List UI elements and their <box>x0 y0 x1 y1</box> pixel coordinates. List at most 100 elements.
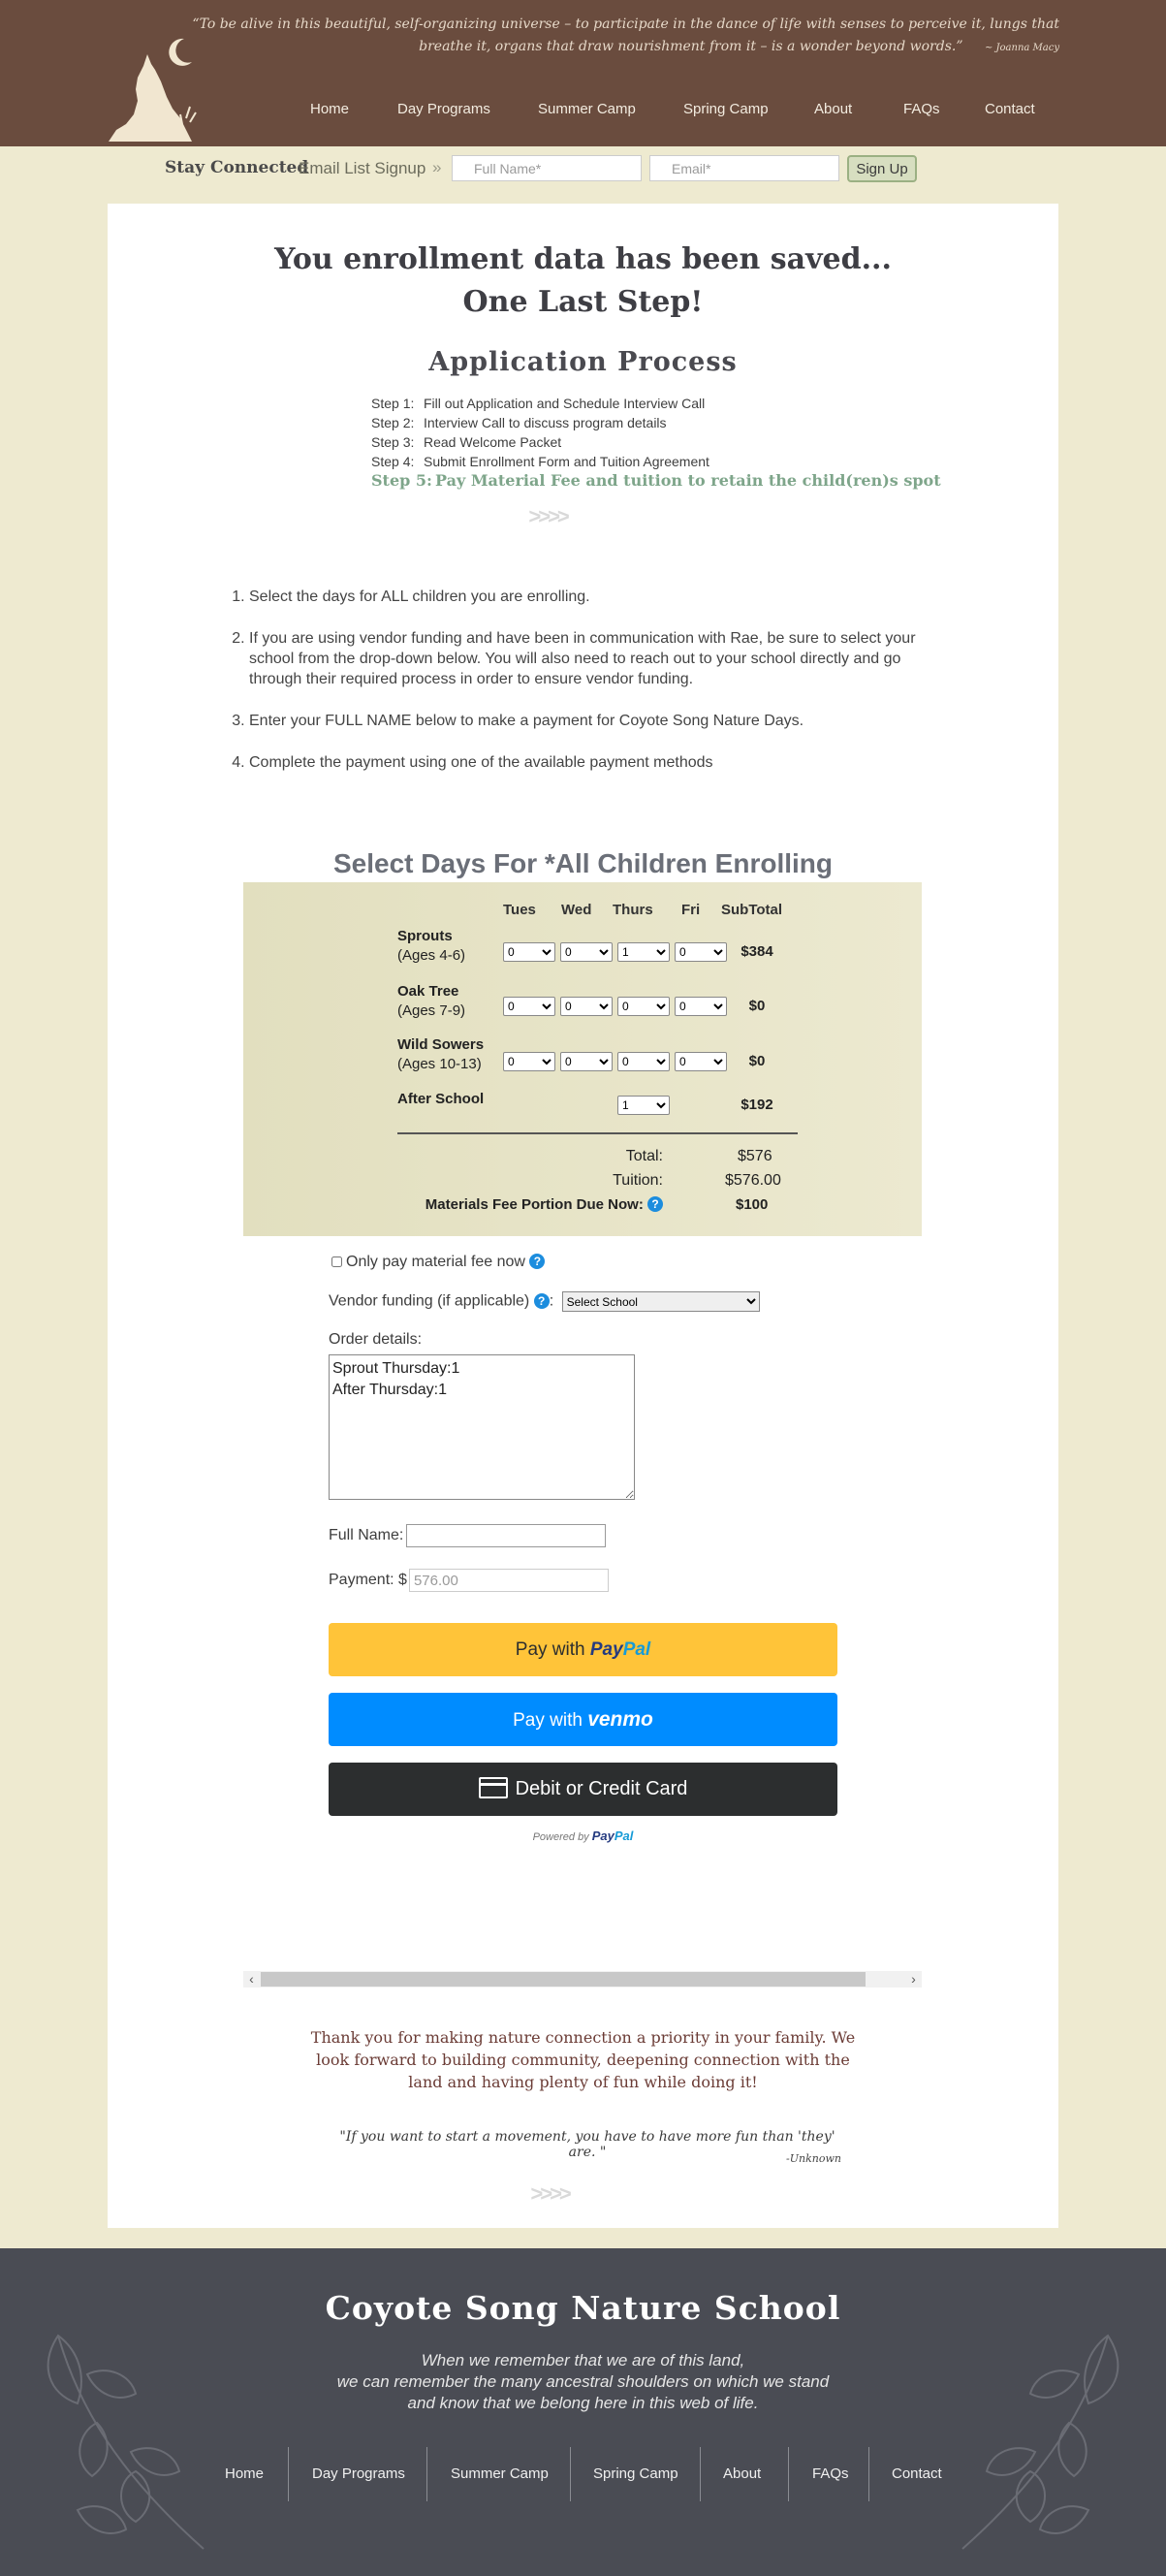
col-header-wed: Wed <box>561 902 592 918</box>
sprouts-wed-select[interactable]: 0 <box>560 942 613 962</box>
email-signup-bar: Stay Connected Email List Signup » Sign … <box>0 146 1166 190</box>
full-name-input[interactable] <box>406 1524 607 1547</box>
header-quote-author: ~ Joanna Macy <box>984 43 1059 53</box>
row-label-sprouts: Sprouts (Ages 4-6) <box>397 927 465 966</box>
order-details-label: Order details: <box>329 1331 423 1348</box>
vendor-school-select[interactable]: Select School <box>561 1291 760 1312</box>
totals-divider <box>397 1132 798 1134</box>
closing-quote-author: -Unknown <box>786 2152 841 2165</box>
oak-tree-thurs-select[interactable]: 0 <box>617 997 670 1016</box>
scroll-right-icon[interactable]: › <box>905 1971 922 1988</box>
email-list-label: Email List Signup <box>299 159 426 177</box>
arrows-divider-icon: >>>> <box>530 2181 571 2206</box>
paypal-logo-icon: PayPal <box>589 1639 651 1660</box>
nav-summer-camp[interactable]: Summer Camp <box>538 101 636 117</box>
nav-day-programs[interactable]: Day Programs <box>397 101 490 117</box>
horizontal-scrollbar[interactable]: ‹ › <box>243 1971 922 1988</box>
materials-fee-text: Materials Fee Portion Due Now: <box>425 1196 644 1213</box>
payment-label: Payment: $ <box>329 1572 407 1589</box>
scrollbar-thumb[interactable] <box>261 1972 866 1987</box>
pay-with-paypal-button[interactable]: Pay with PayPal <box>329 1623 837 1676</box>
payment-amount-input[interactable] <box>408 1569 609 1592</box>
wild-sowers-thurs-select[interactable]: 0 <box>617 1052 670 1071</box>
debit-credit-card-button[interactable]: Debit or Credit Card <box>329 1763 837 1816</box>
program-name: After School <box>397 1091 485 1107</box>
stay-connected-label: Stay Connected <box>165 158 309 177</box>
step-text: Submit Enrollment Form and Tuition Agree… <box>424 454 709 469</box>
select-days-title: Select Days For *All Children Enrolling <box>333 848 833 878</box>
oak-tree-fri-select[interactable]: 0 <box>675 997 727 1016</box>
help-icon[interactable]: ? <box>529 1254 546 1269</box>
nav-faqs[interactable]: FAQs <box>903 101 940 117</box>
sprouts-thurs-select[interactable]: 1 <box>617 942 670 962</box>
footer-nav-faqs[interactable]: FAQs <box>812 2465 849 2482</box>
help-icon[interactable]: ? <box>647 1196 663 1212</box>
coyote-logo-icon[interactable] <box>105 37 202 143</box>
oak-tree-tues-select[interactable]: 0 <box>503 997 555 1016</box>
card-button-label: Debit or Credit Card <box>515 1778 688 1799</box>
oak-tree-wed-select[interactable]: 0 <box>560 997 613 1016</box>
row-label-oak-tree: Oak Tree (Ages 7-9) <box>397 982 465 1021</box>
nav-about[interactable]: About <box>814 101 852 117</box>
col-header-subtotal: SubTotal <box>721 902 783 918</box>
poem-line: we can remember the many ancestral shoul… <box>336 2372 830 2391</box>
instruction-item: Enter your FULL NAME below to make a pay… <box>249 711 957 731</box>
nav-separator <box>788 2447 789 2501</box>
oak-tree-subtotal: $0 <box>748 998 766 1014</box>
footer-nav-summer-camp[interactable]: Summer Camp <box>451 2465 549 2482</box>
program-ages: (Ages 10-13) <box>397 1056 482 1072</box>
program-name: Wild Sowers <box>397 1036 485 1053</box>
instruction-item: If you are using vendor funding and have… <box>249 628 957 689</box>
nav-home[interactable]: Home <box>310 101 349 117</box>
wild-sowers-tues-select[interactable]: 0 <box>503 1052 555 1071</box>
days-selection-grid: Tues Wed Thurs Fri SubTotal Sprouts (Ages… <box>243 882 922 1236</box>
signup-email-input[interactable] <box>649 155 839 181</box>
footer-nav-spring-camp[interactable]: Spring Camp <box>593 2465 678 2482</box>
only-material-fee-option[interactable]: Only pay material fee now ? <box>331 1254 546 1271</box>
site-footer: Coyote Song Nature School When we rememb… <box>0 2248 1166 2576</box>
step-text: Read Welcome Packet <box>424 434 562 450</box>
nav-contact[interactable]: Contact <box>985 101 1035 117</box>
help-icon[interactable]: ? <box>533 1292 550 1309</box>
step-row: Step 4: Submit Enrollment Form and Tuitio… <box>371 452 953 471</box>
tuition-label: Tuition: <box>613 1172 663 1189</box>
col-header-fri: Fri <box>681 902 701 918</box>
col-header-thurs: Thurs <box>613 902 653 918</box>
wild-sowers-subtotal: $0 <box>748 1053 766 1069</box>
nav-separator <box>868 2447 869 2501</box>
step-number: Step 2: <box>371 415 415 430</box>
main-content: You enrollment data has been saved... On… <box>108 204 1058 2228</box>
venmo-logo-icon: venmo <box>587 1708 653 1731</box>
saved-heading: You enrollment data has been saved... On… <box>108 239 1058 324</box>
sprouts-fri-select[interactable]: 0 <box>675 942 727 962</box>
footer-title: Coyote Song Nature School <box>325 2289 841 2327</box>
scroll-left-icon[interactable]: ‹ <box>243 1971 260 1988</box>
step-number: Step 3: <box>371 434 415 450</box>
nav-spring-camp[interactable]: Spring Camp <box>683 101 769 117</box>
signup-name-input[interactable] <box>452 155 642 181</box>
step-row: Step 1: Fill out Application and Schedule… <box>371 394 953 413</box>
signup-button[interactable]: Sign Up <box>847 155 917 182</box>
program-name: Oak Tree <box>397 983 459 1000</box>
powered-by-text: Powered by <box>532 1831 589 1843</box>
step-text: Interview Call to discuss program detail… <box>424 415 667 430</box>
footer-nav-about[interactable]: About <box>723 2465 761 2482</box>
footer-nav-home[interactable]: Home <box>225 2465 264 2482</box>
wild-sowers-fri-select[interactable]: 0 <box>675 1052 727 1071</box>
order-details-textarea[interactable]: Sprout Thursday:1 After Thursday:1 <box>329 1354 635 1500</box>
row-label-wild-sowers: Wild Sowers (Ages 10-13) <box>397 1035 484 1074</box>
sprouts-tues-select[interactable]: 0 <box>503 942 555 962</box>
footer-nav-contact[interactable]: Contact <box>892 2465 942 2482</box>
wild-sowers-wed-select[interactable]: 0 <box>560 1052 613 1071</box>
only-material-fee-checkbox[interactable] <box>331 1256 342 1267</box>
instruction-item: Complete the payment using one of the av… <box>249 752 957 773</box>
powered-by-paypal: Powered by PayPal <box>108 1829 1058 1843</box>
footer-nav-day-programs[interactable]: Day Programs <box>312 2465 405 2482</box>
nav-separator <box>288 2447 289 2501</box>
total-label: Total: <box>625 1148 663 1164</box>
after-school-thurs-select[interactable]: 1 <box>617 1096 670 1115</box>
program-name: Sprouts <box>397 928 453 944</box>
nav-separator <box>426 2447 427 2501</box>
pay-with-venmo-button[interactable]: Pay with venmo <box>329 1693 837 1746</box>
nav-separator <box>570 2447 571 2501</box>
